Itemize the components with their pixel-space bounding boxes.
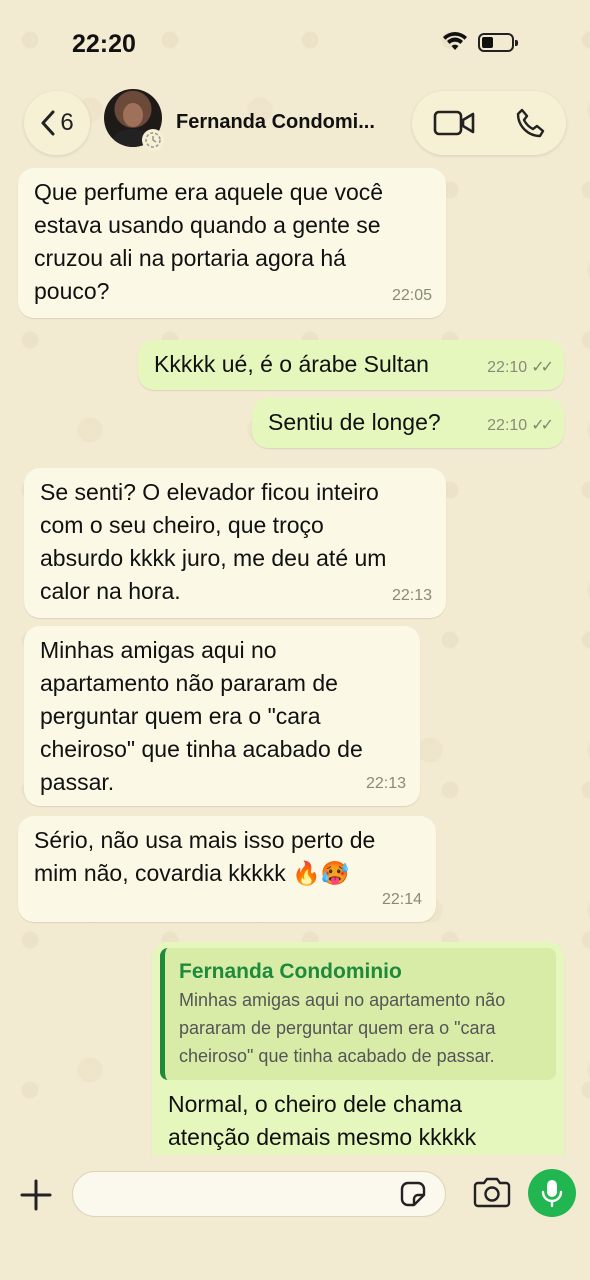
composer-bar <box>0 1155 590 1280</box>
message-incoming[interactable]: Sério, não usa mais isso perto de mim nã… <box>18 816 436 922</box>
message-text: Minhas amigas aqui no apartamento não pa… <box>40 637 363 795</box>
chevron-left-icon <box>41 110 55 136</box>
call-actions <box>412 91 566 155</box>
video-call-icon <box>433 110 475 136</box>
message-time: 22:10 <box>487 417 528 434</box>
quoted-message[interactable]: Fernanda Condominio Minhas amigas aqui n… <box>160 948 556 1080</box>
quoted-text: Minhas amigas aqui no apartamento não pa… <box>179 990 506 1066</box>
status-bar: 22:20 <box>0 0 590 88</box>
message-text: Sério, não usa mais isso perto de mim nã… <box>34 827 376 886</box>
video-call-button[interactable] <box>424 91 484 155</box>
message-time: 22:14 <box>381 891 422 908</box>
back-button[interactable]: 6 <box>24 91 90 155</box>
contact-info-button[interactable]: Fernanda Condomi... <box>96 89 402 155</box>
message-text: Que perfume era aquele que você estava u… <box>34 179 384 304</box>
message-time: 22:13 <box>365 775 406 792</box>
message-incoming[interactable]: Minhas amigas aqui no apartamento não pa… <box>24 626 420 806</box>
voice-record-button[interactable] <box>528 1169 576 1217</box>
plus-icon[interactable] <box>18 1177 54 1213</box>
camera-icon[interactable] <box>472 1177 512 1209</box>
quoted-author: Fernanda Condominio <box>179 960 402 983</box>
message-time: 22:05 <box>391 287 432 304</box>
chat-header: 6 Fernanda Condomi... <box>0 88 590 158</box>
phone-icon <box>516 108 545 138</box>
unread-count: 6 <box>60 109 74 136</box>
message-text: Se senti? O elevador ficou inteiro com o… <box>40 479 387 604</box>
message-incoming[interactable]: Se senti? O elevador ficou inteiro com o… <box>24 468 446 618</box>
mic-icon <box>541 1180 563 1208</box>
message-list[interactable]: Que perfume era aquele que você estava u… <box>0 158 590 1155</box>
message-outgoing-reply[interactable]: Fernanda Condominio Minhas amigas aqui n… <box>152 942 564 1155</box>
sticker-icon[interactable] <box>398 1179 428 1209</box>
status-time: 22:20 <box>72 30 136 58</box>
wifi-icon <box>443 32 467 50</box>
message-outgoing[interactable]: Kkkkk ué, é o árabe Sultan 22:10 ✓✓ <box>138 340 564 390</box>
message-outgoing[interactable]: Sentiu de longe? 22:10 ✓✓ <box>252 398 564 448</box>
message-time: 22:10 <box>487 359 528 376</box>
double-check-icon: ✓✓ <box>531 417 554 434</box>
message-incoming[interactable]: Que perfume era aquele que você estava u… <box>18 168 446 318</box>
contact-name[interactable]: Fernanda Condomi... <box>176 111 375 134</box>
message-input[interactable] <box>72 1171 446 1217</box>
status-icon <box>142 129 164 151</box>
message-text: Normal, o cheiro dele chama atenção dema… <box>168 1091 477 1150</box>
double-check-icon: ✓✓ <box>531 359 554 376</box>
message-time: 22:13 <box>391 587 432 604</box>
battery-icon <box>478 33 518 52</box>
voice-call-button[interactable] <box>500 91 560 155</box>
